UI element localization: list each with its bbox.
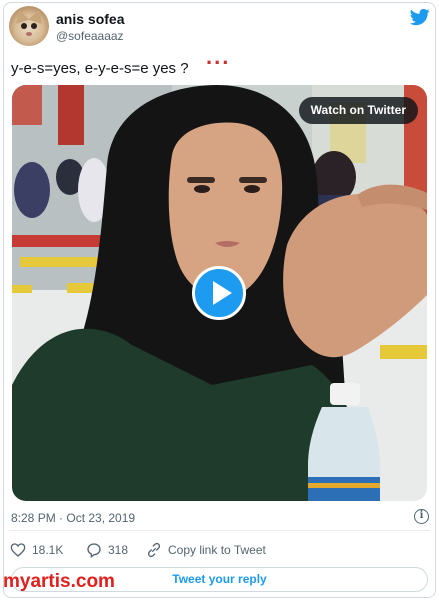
link-icon [147, 542, 161, 558]
watermark: myartis.com [3, 571, 115, 592]
reply-button[interactable]: 318 [86, 541, 128, 559]
play-icon [213, 281, 232, 305]
like-count: 18.1K [32, 543, 64, 557]
heart-icon [10, 543, 26, 557]
red-annotation-dots: ... [206, 44, 231, 69]
watch-on-twitter-button[interactable]: Watch on Twitter [298, 97, 418, 124]
tweet-timestamp[interactable]: 8:28 PM · Oct 23, 2019 [11, 511, 135, 525]
avatar-ear [12, 8, 30, 24]
reply-bubble-icon [87, 543, 101, 558]
author-name[interactable]: anis sofea [56, 11, 124, 27]
avatar-eye [21, 23, 27, 29]
reply-count: 318 [108, 543, 129, 557]
author-handle[interactable]: @sofeaaaaz [56, 29, 124, 43]
copy-link-button[interactable]: Copy link to Tweet [146, 541, 266, 559]
like-button[interactable]: 18.1K [10, 541, 63, 559]
video-player[interactable]: Watch on Twitter [12, 85, 427, 501]
info-icon[interactable]: i [414, 509, 429, 524]
avatar-nose [26, 32, 32, 36]
play-button[interactable] [192, 266, 246, 320]
copy-link-label: Copy link to Tweet [168, 543, 266, 557]
tweet-text: y-e-s=yes, e-y-e-s=e yes ? [11, 60, 189, 77]
twitter-bird-icon[interactable] [409, 7, 431, 27]
avatar-eye [31, 23, 37, 29]
avatar[interactable] [9, 6, 49, 46]
divider [9, 530, 430, 531]
